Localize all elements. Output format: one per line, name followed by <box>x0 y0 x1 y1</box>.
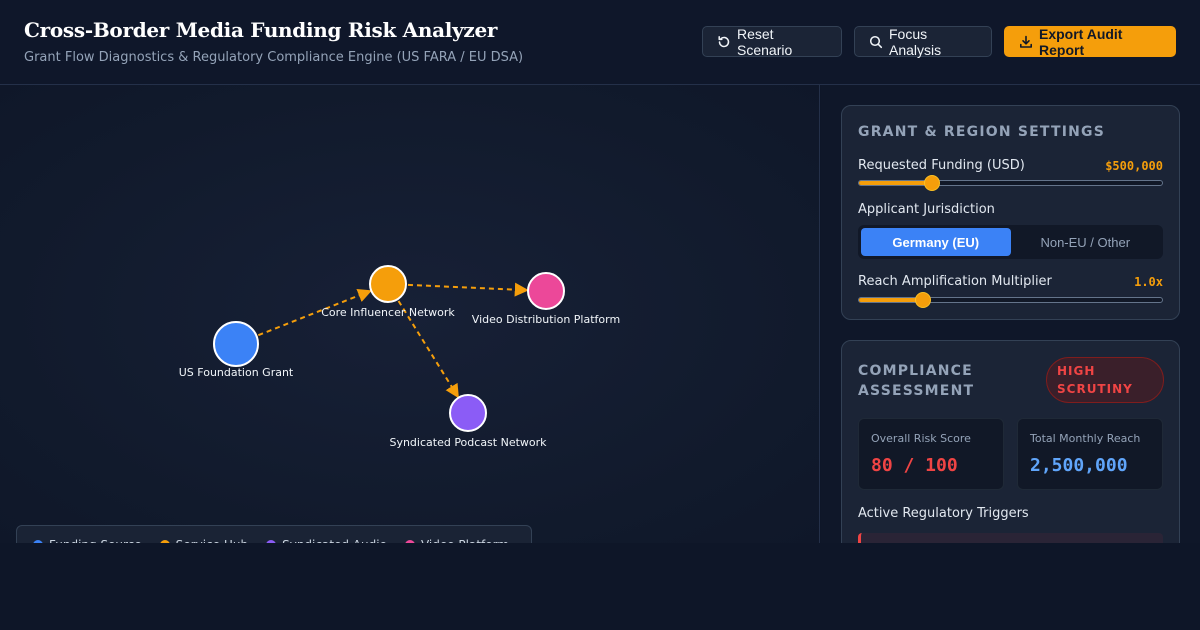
jurisdiction-option-non-eu[interactable]: Non-EU / Other <box>1011 228 1161 256</box>
multiplier-slider-fill <box>859 298 923 302</box>
risk-level-badge: HIGH SCRUTINY <box>1046 357 1164 403</box>
page-subtitle: Grant Flow Diagnostics & Regulatory Comp… <box>24 50 524 65</box>
badge-line2: SCRUTINY <box>1057 382 1133 396</box>
multiplier-value: 1.0x <box>1134 275 1163 289</box>
graph-node-podcast[interactable] <box>449 394 487 432</box>
legend-swatch <box>266 540 277 543</box>
reset-icon <box>717 35 731 49</box>
risk-score-card: Overall Risk Score 80 / 100 <box>858 418 1004 490</box>
legend-swatch <box>33 540 43 543</box>
monthly-reach-card: Total Monthly Reach 2,500,000 <box>1017 418 1163 490</box>
legend-item: Funding Source <box>33 538 142 543</box>
legend-item: Video Platform <box>404 538 509 543</box>
legend-item: Service Hub <box>159 538 248 543</box>
focus-analysis-button[interactable]: Focus Analysis <box>854 25 992 58</box>
compliance-assessment-panel: COMPLIANCE ASSESSMENT HIGH SCRUTINY Over… <box>841 340 1180 543</box>
funding-slider-thumb[interactable] <box>923 175 940 191</box>
graph-node-label-hub: Core Influencer Network <box>321 306 455 319</box>
jurisdiction-option-germany[interactable]: Germany (EU) <box>861 228 1011 256</box>
legend-label: Syndicated Audio <box>282 538 387 543</box>
export-audit-report-label: Export Audit Report <box>1039 25 1123 58</box>
multiplier-slider[interactable] <box>858 292 1163 308</box>
control-sidebar: GRANT & REGION SETTINGS Requested Fundin… <box>821 85 1200 543</box>
download-icon <box>1019 35 1033 49</box>
badge-line1: HIGH <box>1057 364 1096 378</box>
risk-score-value: 80 / 100 <box>871 455 958 476</box>
settings-heading: GRANT & REGION SETTINGS <box>858 124 1106 140</box>
jurisdiction-toggle: Germany (EU) Non-EU / Other <box>858 225 1163 259</box>
legend-swatch <box>159 540 170 543</box>
legend-label: Video Platform <box>421 538 509 543</box>
multiplier-slider-thumb[interactable] <box>914 292 931 308</box>
jurisdiction-label: Applicant Jurisdiction <box>858 202 995 217</box>
compliance-heading-line1: COMPLIANCE <box>858 363 973 379</box>
focus-analysis-label: Focus Analysis <box>889 25 942 58</box>
flow-edge-hub-video <box>407 282 529 297</box>
legend-item: Syndicated Audio <box>266 538 387 543</box>
reset-scenario-label: Reset Scenario <box>737 25 793 58</box>
regulatory-trigger-item <box>858 533 1163 543</box>
search-icon <box>869 35 883 49</box>
page-title: Cross-Border Media Funding Risk Analyzer <box>24 18 498 42</box>
legend-label: Funding Source <box>49 538 142 543</box>
app-header: Cross-Border Media Funding Risk Analyzer… <box>0 0 1200 85</box>
graph-legend: Funding Source Service Hub Syndicated Audi… <box>16 525 532 543</box>
multiplier-label: Reach Amplification Multiplier <box>858 274 1052 289</box>
compliance-heading: COMPLIANCE ASSESSMENT <box>858 361 974 401</box>
monthly-reach-value: 2,500,000 <box>1030 455 1128 476</box>
funding-slider[interactable] <box>858 175 1163 191</box>
monthly-reach-label: Total Monthly Reach <box>1030 432 1141 445</box>
export-audit-report-button[interactable]: Export Audit Report <box>1004 25 1176 58</box>
graph-node-grant[interactable] <box>213 321 259 367</box>
network-graph-canvas[interactable]: US Foundation Grant Core Influencer Netwo… <box>0 85 820 543</box>
risk-score-label: Overall Risk Score <box>871 432 971 445</box>
regulatory-triggers-label: Active Regulatory Triggers <box>858 506 1029 521</box>
compliance-heading-line2: ASSESSMENT <box>858 383 975 399</box>
reset-scenario-button[interactable]: Reset Scenario <box>702 25 842 58</box>
graph-node-label-video: Video Distribution Platform <box>471 313 621 326</box>
legend-swatch <box>404 540 415 543</box>
graph-node-label-podcast: Syndicated Podcast Network <box>389 436 547 449</box>
graph-node-label-grant: US Foundation Grant <box>178 366 294 379</box>
grant-region-settings-panel: GRANT & REGION SETTINGS Requested Fundin… <box>841 105 1180 320</box>
graph-node-video[interactable] <box>527 272 565 310</box>
funding-slider-fill <box>859 181 932 185</box>
funding-value: $500,000 <box>1105 159 1163 173</box>
graph-node-hub[interactable] <box>369 265 407 303</box>
legend-label: Service Hub <box>176 538 248 543</box>
funding-label: Requested Funding (USD) <box>858 158 1025 173</box>
